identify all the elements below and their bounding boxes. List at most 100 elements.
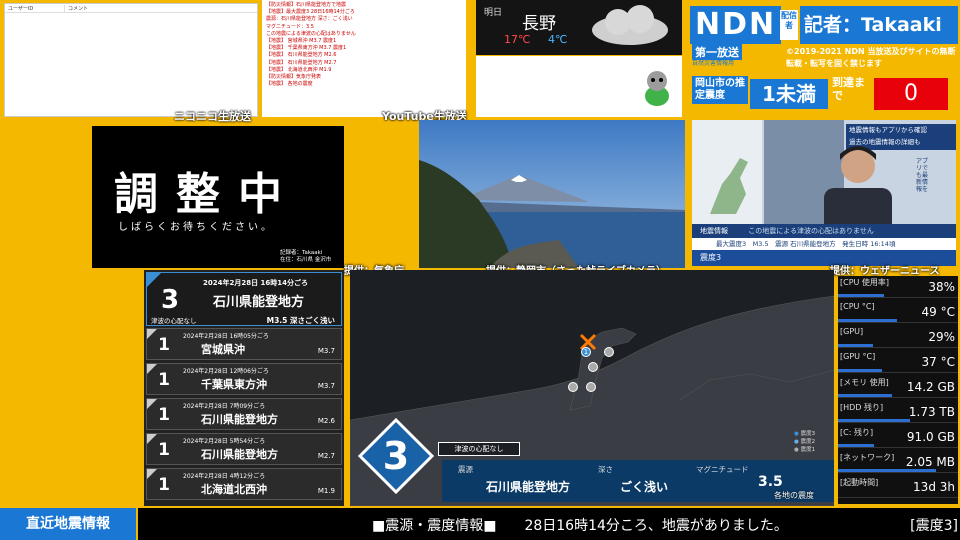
stat-label: [メモリ 使用] <box>840 378 889 387</box>
quake-item[interactable]: 1 2024年2月28日 5時54分ごろ 石川県能登地方 M2.7 <box>146 433 342 465</box>
quake-place: 石川県能登地方 <box>201 448 278 461</box>
station-marker[interactable] <box>568 382 578 392</box>
quake-intensity: 1 <box>158 475 170 495</box>
quake-magnitude: M3.7 <box>317 347 335 355</box>
stat-bar <box>838 344 873 347</box>
estimated-intensity-value: 1未満 <box>750 79 828 109</box>
recorder-name: 記録者：Takaaki <box>280 250 323 256</box>
news-strip: 最大震度3 M3.5 震源 石川県能登地方 発生日時 16:14頃 <box>692 238 956 250</box>
weather-panel: 明日 長野 17℃ 4℃ <box>476 0 682 55</box>
quake-tsunami-note: 津波の心配なし <box>151 317 197 325</box>
stat-row: [C: 残り] 91.0 GB <box>838 426 958 448</box>
quake-magnitude: M2.7 <box>317 452 335 460</box>
stat-value: 38% <box>928 280 955 294</box>
chat-line: 【地震】 各地の震度 <box>266 81 313 88</box>
arrival-countdown: 0 <box>874 78 948 110</box>
preparing-subtitle: しばらくお待ちください。 <box>118 222 274 233</box>
stat-label: [C: 残り] <box>840 428 874 437</box>
quake-magnitude: M2.6 <box>317 417 335 425</box>
news-map-panel <box>692 120 762 238</box>
quake-place: 石川県能登地方 <box>213 295 305 310</box>
stat-bar <box>838 294 884 297</box>
stat-label: [ネットワーク] <box>840 453 895 462</box>
preparing-screen: 調整中 しばらくお待ちください。 記録者：Takaaki 在住：石川県 金沢市 <box>92 126 344 268</box>
estimated-intensity-label: 岡山市の推定震度 <box>692 76 748 104</box>
stat-bar <box>838 419 910 422</box>
quake-item[interactable]: 1 2024年2月28日 4時12分ごろ 北海道北西沖 M1.9 <box>146 468 342 500</box>
recorder-location: 在住：石川県 金沢市 <box>280 257 332 263</box>
quake-time: 2024年2月28日 16時05分ごろ <box>183 333 269 340</box>
quake-item[interactable]: 1 2024年2月28日 7時09分ごろ 石川県能登地方 M2.6 <box>146 398 342 430</box>
map-legend: ● 震度3 ● 震度2 ● 震度1 <box>794 430 815 454</box>
quake-time: 2024年2月28日 16時14分ごろ <box>203 279 309 287</box>
quake-map[interactable]: 1 ● 震度3 ● 震度2 ● 震度1 3 津波の心配なし 震源 石川県能登地方… <box>350 270 834 506</box>
quake-place: 千葉県東方沖 <box>201 378 267 391</box>
magnitude-value: 3.5 <box>758 474 783 490</box>
mascot-icon <box>645 71 669 106</box>
quake-intensity: 1 <box>158 335 170 355</box>
system-stats-panel: [CPU 使用率] 38% [CPU °C] 49 °C [GPU] 29% [GPU… <box>838 276 958 504</box>
ticker-intensity: [震度3] <box>910 518 958 534</box>
weather-day-label: 明日 <box>484 8 503 18</box>
station-marker[interactable] <box>588 362 598 372</box>
mascot-area <box>476 56 682 117</box>
chat-line: 【地震】 石川県能登地方 M2.6 <box>266 52 337 59</box>
author-banner: 記者：Takaaki <box>800 6 958 44</box>
stat-label: [起動時間] <box>840 478 879 487</box>
column-header-comment[interactable]: コメント <box>65 5 88 12</box>
stat-bar <box>838 444 874 447</box>
quake-place: 宮城県沖 <box>201 343 245 356</box>
cloud-icon <box>592 5 668 45</box>
depth-value: ごく浅い <box>620 480 669 494</box>
news-title-text: 地震情報 <box>700 227 728 235</box>
stat-row: [CPU °C] 49 °C <box>838 301 958 323</box>
stat-bar <box>838 394 892 397</box>
quake-magnitude: M3.5 深さごく浅い <box>266 316 335 325</box>
quake-item-latest[interactable]: 3 2024年2月28日 16時14分ごろ 石川県能登地方 津波の心配なし M3… <box>146 272 342 326</box>
legend-label: 震度3 <box>800 431 816 437</box>
quake-item[interactable]: 1 2024年2月28日 16時05分ごろ 宮城県沖 M3.7 <box>146 328 342 360</box>
each-intensity-button[interactable]: 各地の震度 <box>774 490 814 501</box>
legend-label: 震度1 <box>800 447 816 453</box>
chat-line: マグニチュード：3.5 <box>266 23 314 30</box>
news-title: 地震情報 この地震による津波の心配はありません <box>692 224 956 238</box>
map-intensity-value: 3 <box>382 434 410 478</box>
column-header-user[interactable]: ユーザーID <box>5 4 65 12</box>
stat-row: [起動時間] 13d 3h <box>838 476 958 498</box>
quake-time: 2024年2月28日 4時12分ごろ <box>183 473 266 480</box>
presenter-figure <box>824 146 892 236</box>
youtube-chat-log: 【防災情報】石川県能登地方で地震 【地震】最大震度3 28日16時14分ごろ 震源：… <box>262 0 466 117</box>
news-broadcast: 地震情報もアプリから確認 過去の地震情報の詳細も アプリでも最新情報を 地震情報… <box>692 120 956 266</box>
ndn-tag: 配信者 <box>780 10 798 40</box>
stat-row: [メモリ 使用] 14.2 GB <box>838 376 958 398</box>
live-camera-view <box>419 120 685 268</box>
quake-item[interactable]: 1 2024年2月28日 12時06分ごろ 千葉県東方沖 M3.7 <box>146 363 342 395</box>
stat-value: 49 °C <box>921 305 955 319</box>
quake-time: 2024年2月28日 12時06分ごろ <box>183 368 269 375</box>
news-map-icon <box>710 158 748 214</box>
stat-value: 1.73 TB <box>908 405 955 419</box>
stat-bar <box>838 319 897 322</box>
station-marker[interactable] <box>586 382 596 392</box>
bottom-ticker-bar: 直近地震情報 ■震源・震度情報■ 28日16時14分ころ、地震がありました。 [… <box>0 508 960 540</box>
stat-label: [GPU] <box>840 327 864 336</box>
magnitude-label: マグニチュード <box>696 465 749 474</box>
stat-row: [HDD 残り] 1.73 TB <box>838 401 958 423</box>
quake-time: 2024年2月28日 7時09分ごろ <box>183 403 266 410</box>
stat-value: 14.2 GB <box>906 380 955 394</box>
quake-time: 2024年2月28日 5時54分ごろ <box>183 438 266 445</box>
niconico-comment-panel: ユーザーID コメント <box>4 3 258 117</box>
source-label: 震源 <box>458 465 473 474</box>
stat-bar <box>838 469 937 472</box>
station-marker[interactable] <box>604 347 614 357</box>
weather-city: 長野 <box>522 14 556 34</box>
niconico-caption: ニコニコ生放送 <box>174 110 251 123</box>
quake-place: 石川県能登地方 <box>201 413 278 426</box>
chat-line: 震源：石川県能登地方 深さ：ごく浅い <box>266 16 353 23</box>
stat-label: [CPU °C] <box>840 302 875 311</box>
recent-quake-list: 3 2024年2月28日 16時14分ごろ 石川県能登地方 津波の心配なし M3… <box>144 270 344 506</box>
stat-bar <box>838 369 883 372</box>
quake-intensity: 1 <box>158 405 170 425</box>
tsunami-note: 津波の心配なし <box>438 442 520 456</box>
station-marker[interactable]: 1 <box>581 347 591 357</box>
